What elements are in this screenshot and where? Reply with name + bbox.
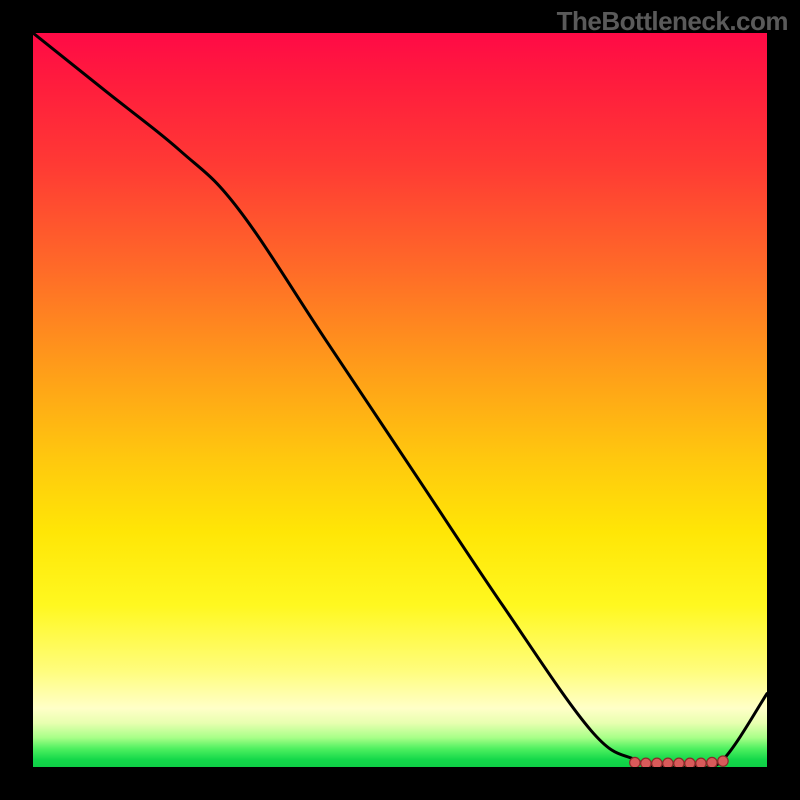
marker-dot bbox=[696, 758, 706, 767]
marker-dot bbox=[685, 758, 695, 767]
chart-frame: TheBottleneck.com bbox=[0, 0, 800, 800]
plot-area bbox=[33, 33, 767, 767]
marker-dot bbox=[652, 758, 662, 767]
marker-dot bbox=[630, 757, 640, 767]
marker-dot bbox=[707, 757, 717, 767]
marker-dot bbox=[674, 758, 684, 767]
marker-dot bbox=[663, 758, 673, 767]
curve-svg bbox=[33, 33, 767, 767]
marker-dot bbox=[718, 756, 728, 766]
series-curve bbox=[33, 33, 767, 767]
marker-dot bbox=[641, 758, 651, 767]
